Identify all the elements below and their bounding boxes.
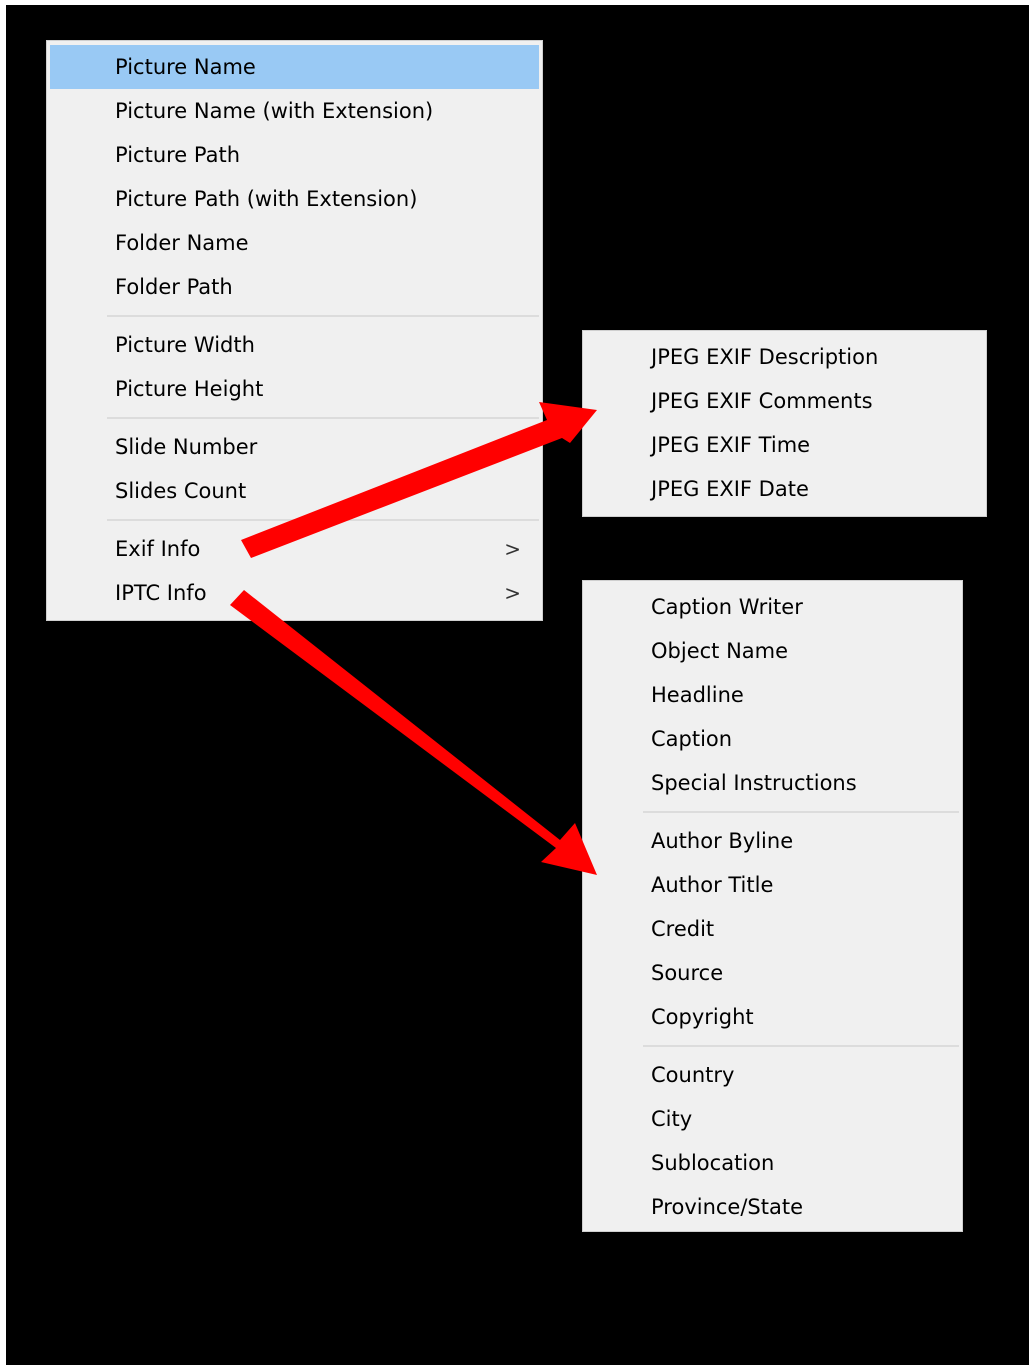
menu-separator	[47, 309, 542, 323]
menu-separator	[47, 513, 542, 527]
menu-separator	[583, 805, 962, 819]
menu-item-copyright[interactable]: Copyright	[586, 995, 959, 1039]
menu-item-province-state[interactable]: Province/State	[586, 1185, 959, 1229]
menu-item-picture-path-with-extension[interactable]: Picture Path (with Extension)	[50, 177, 539, 221]
menu-item-iptc-info-label: IPTC Info	[115, 581, 207, 605]
menu-item-folder-name[interactable]: Folder Name	[50, 221, 539, 265]
screenshot: Picture Name Picture Name (with Extensio…	[0, 0, 1029, 1365]
menu-item-picture-path[interactable]: Picture Path	[50, 133, 539, 177]
menu-item-slides-count[interactable]: Slides Count	[50, 469, 539, 513]
menu-item-caption-writer[interactable]: Caption Writer	[586, 585, 959, 629]
menu-item-city[interactable]: City	[586, 1097, 959, 1141]
menu-item-picture-name[interactable]: Picture Name	[50, 45, 539, 89]
menu-item-exif-info-label: Exif Info	[115, 537, 201, 561]
menu-item-picture-name-with-extension[interactable]: Picture Name (with Extension)	[50, 89, 539, 133]
menu-item-slide-number[interactable]: Slide Number	[50, 425, 539, 469]
menu-item-jpeg-exif-comments[interactable]: JPEG EXIF Comments	[586, 379, 983, 423]
menu-item-jpeg-exif-time[interactable]: JPEG EXIF Time	[586, 423, 983, 467]
menu-item-caption[interactable]: Caption	[586, 717, 959, 761]
menu-item-picture-width[interactable]: Picture Width	[50, 323, 539, 367]
chevron-right-icon: >	[504, 537, 521, 561]
menu-item-object-name[interactable]: Object Name	[586, 629, 959, 673]
menu-item-source[interactable]: Source	[586, 951, 959, 995]
menu-item-headline[interactable]: Headline	[586, 673, 959, 717]
exif-submenu: JPEG EXIF Description JPEG EXIF Comments…	[582, 330, 987, 517]
context-menu: Picture Name Picture Name (with Extensio…	[46, 40, 543, 621]
menu-item-sublocation[interactable]: Sublocation	[586, 1141, 959, 1185]
menu-item-jpeg-exif-date[interactable]: JPEG EXIF Date	[586, 467, 983, 511]
menu-item-picture-height[interactable]: Picture Height	[50, 367, 539, 411]
menu-item-jpeg-exif-description[interactable]: JPEG EXIF Description	[586, 335, 983, 379]
menu-item-author-byline[interactable]: Author Byline	[586, 819, 959, 863]
menu-separator	[47, 411, 542, 425]
menu-item-exif-info[interactable]: Exif Info >	[50, 527, 539, 571]
menu-item-credit[interactable]: Credit	[586, 907, 959, 951]
iptc-submenu: Caption Writer Object Name Headline Capt…	[582, 580, 963, 1232]
menu-item-country[interactable]: Country	[586, 1053, 959, 1097]
menu-item-special-instructions[interactable]: Special Instructions	[586, 761, 959, 805]
chevron-right-icon: >	[504, 581, 521, 605]
menu-item-folder-path[interactable]: Folder Path	[50, 265, 539, 309]
menu-item-iptc-info[interactable]: IPTC Info >	[50, 571, 539, 615]
menu-item-author-title[interactable]: Author Title	[586, 863, 959, 907]
menu-separator	[583, 1039, 962, 1053]
